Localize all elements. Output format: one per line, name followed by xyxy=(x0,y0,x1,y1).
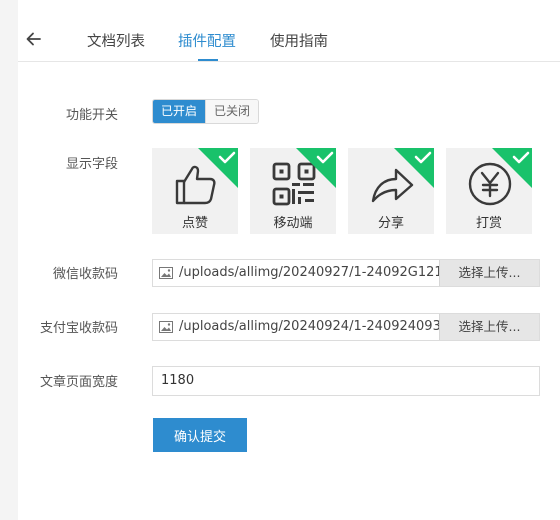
alipay-qr-field[interactable]: /uploads/allimg/20240924/1-2409240931 选择… xyxy=(152,313,540,341)
tab-plugin-config[interactable]: 插件配置 xyxy=(178,30,236,51)
wechat-qr-label: 微信收款码 xyxy=(52,267,118,282)
field-card-like[interactable]: 点赞 xyxy=(152,148,238,234)
function-switch[interactable]: 已开启 已关闭 xyxy=(152,99,260,124)
tab-user-guide[interactable]: 使用指南 xyxy=(270,30,328,51)
wechat-qr-upload-button[interactable]: 选择上传... xyxy=(439,260,539,286)
field-card-label: 移动端 xyxy=(273,216,313,231)
page-width-input[interactable]: 1180 xyxy=(152,366,540,396)
selected-check-icon xyxy=(492,148,532,188)
active-tab-indicator xyxy=(198,59,218,61)
alipay-qr-label: 支付宝收款码 xyxy=(39,321,118,336)
tab-bar: 文档列表 插件配置 使用指南 xyxy=(18,0,560,62)
wechat-qr-path: /uploads/allimg/20240927/1-24092G1211 xyxy=(179,265,441,280)
display-fields-label: 显示字段 xyxy=(65,157,118,172)
image-icon xyxy=(159,267,173,279)
page-width-label: 文章页面宽度 xyxy=(39,375,118,390)
selected-check-icon xyxy=(198,148,238,188)
selected-check-icon xyxy=(394,148,434,188)
selected-check-icon xyxy=(296,148,336,188)
submit-button[interactable]: 确认提交 xyxy=(153,418,247,452)
switch-off-option[interactable]: 已关闭 xyxy=(205,100,259,123)
field-card-label: 分享 xyxy=(377,216,404,231)
field-card-share[interactable]: 分享 xyxy=(348,148,434,234)
field-card-reward[interactable]: 打赏 xyxy=(446,148,532,234)
alipay-qr-upload-button[interactable]: 选择上传... xyxy=(439,314,539,340)
wechat-qr-field[interactable]: /uploads/allimg/20240927/1-24092G1211 选择… xyxy=(152,259,540,287)
field-card-label: 打赏 xyxy=(475,216,502,231)
field-card-mobile[interactable]: 移动端 xyxy=(250,148,336,234)
function-switch-label: 功能开关 xyxy=(65,108,118,123)
tab-document-list[interactable]: 文档列表 xyxy=(87,30,145,51)
alipay-qr-path: /uploads/allimg/20240924/1-2409240931 xyxy=(179,319,441,334)
image-icon xyxy=(159,321,173,333)
config-panel: 文档列表 插件配置 使用指南 功能开关 已开启 已关闭 显示字段 点赞 移动端 … xyxy=(18,0,560,520)
switch-on-option[interactable]: 已开启 xyxy=(153,100,206,123)
back-arrow-icon[interactable] xyxy=(24,29,44,49)
field-card-label: 点赞 xyxy=(181,216,208,231)
